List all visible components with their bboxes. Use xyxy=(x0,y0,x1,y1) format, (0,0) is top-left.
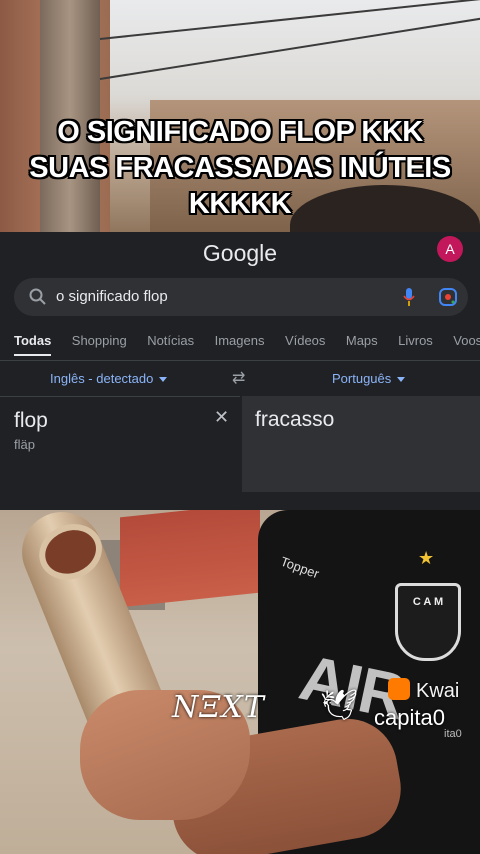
next-watermark: NΞXT xyxy=(172,690,265,725)
tab-shopping[interactable]: Shopping xyxy=(72,333,127,354)
crest-text: C A M xyxy=(412,596,444,608)
star-icon: ★ xyxy=(418,548,435,568)
source-text[interactable]: flop xyxy=(14,409,48,433)
source-phonetic: fläp xyxy=(14,437,35,452)
source-language-select[interactable]: Inglês - detectado xyxy=(50,371,168,386)
account-avatar[interactable]: A xyxy=(437,236,463,262)
translation-text: fracasso xyxy=(255,408,335,431)
source-language-label: Inglês - detectado xyxy=(50,371,154,386)
creator-username-sub: ita0 xyxy=(444,728,462,740)
tab-livros[interactable]: Livros xyxy=(398,333,433,354)
power-line xyxy=(99,0,480,40)
source-text-box[interactable]: flop fläp ✕ xyxy=(0,396,240,493)
microphone-icon[interactable] xyxy=(402,287,416,307)
google-lens-icon[interactable] xyxy=(438,287,458,307)
tab-voos[interactable]: Voos xyxy=(453,333,480,354)
tab-maps[interactable]: Maps xyxy=(346,333,378,354)
caption-line-1: O SIGNIFICADO FLOP KKK xyxy=(57,116,423,148)
translate-language-row: Inglês - detectado ⇄ Português xyxy=(0,362,480,396)
creator-username: capita0 xyxy=(374,705,445,730)
search-icon[interactable] xyxy=(28,287,48,307)
tab-videos[interactable]: Vídeos xyxy=(285,333,325,354)
search-tabs: Todas Shopping Notícias Imagens Vídeos M… xyxy=(14,332,480,356)
chevron-down-icon xyxy=(159,377,168,383)
tab-noticias[interactable]: Notícias xyxy=(147,333,194,354)
tab-imagens[interactable]: Imagens xyxy=(215,333,265,354)
caption-line-3: KKKKK xyxy=(188,188,292,220)
club-crest: C A M xyxy=(395,583,461,661)
target-language-label: Português xyxy=(332,371,392,386)
target-language-select[interactable]: Português xyxy=(332,371,406,386)
kwai-label: Kwai xyxy=(416,680,460,702)
tab-todas[interactable]: Todas xyxy=(14,333,52,356)
clear-text-icon[interactable]: ✕ xyxy=(214,407,229,428)
chevron-down-icon xyxy=(397,377,406,383)
caption-line-2: SUAS FRACASSADAS INÚTEIS xyxy=(29,152,451,184)
bottom-video-frame: ★ Topper C A M AIR NΞXT 🕊 Kwai capita0 i… xyxy=(0,510,480,854)
power-line xyxy=(99,17,480,80)
kwai-logo-icon xyxy=(388,678,410,700)
search-bar[interactable]: o significado flop xyxy=(14,278,468,316)
dove-icon: 🕊 xyxy=(320,689,359,722)
google-search-panel: Google o significado flop Todas Shopping… xyxy=(0,232,480,510)
google-logo[interactable]: Google xyxy=(0,240,480,267)
search-input[interactable]: o significado flop xyxy=(56,288,168,305)
video-caption: O SIGNIFICADO FLOP KKK SUAS FRACASSADAS … xyxy=(0,114,480,222)
swap-languages-icon[interactable]: ⇄ xyxy=(232,368,252,388)
pipe-opening xyxy=(30,514,111,589)
brick-pile xyxy=(120,510,260,608)
translation-result-box: fracasso xyxy=(242,396,480,492)
tabs-divider xyxy=(0,360,480,361)
